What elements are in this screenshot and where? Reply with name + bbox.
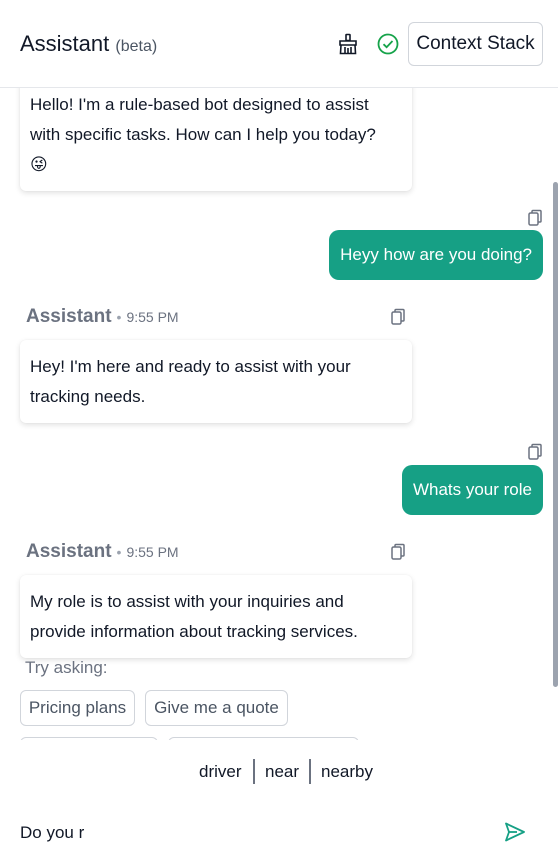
message-text: Whats your role bbox=[412, 480, 532, 499]
context-stack-button[interactable]: Context Stack bbox=[408, 22, 543, 66]
chat-header: Assistant (beta) Context Stack bbox=[0, 0, 558, 88]
try-asking-label: Try asking: bbox=[25, 658, 108, 677]
check-circle-icon[interactable] bbox=[376, 32, 400, 56]
autocomplete-bar: driver near nearby bbox=[0, 740, 558, 804]
user-message: Whats your role bbox=[401, 465, 543, 515]
copy-icon[interactable] bbox=[527, 443, 543, 461]
copy-icon[interactable] bbox=[527, 209, 543, 227]
message-meta: Assistant • 9:55 PM bbox=[26, 306, 179, 328]
suggestion-driver[interactable]: driver bbox=[199, 762, 242, 782]
header-title-text: Assistant bbox=[20, 31, 110, 56]
assistant-message: Hey! I'm here and ready to assist with y… bbox=[20, 340, 412, 423]
chip-give-quote[interactable]: Give me a quote bbox=[145, 690, 288, 726]
message-meta: Assistant • 9:55 PM bbox=[26, 541, 179, 563]
message-text: Heyy how are you doing? bbox=[340, 245, 532, 264]
chat-scrollbar[interactable] bbox=[553, 182, 558, 687]
suggestion-nearby[interactable]: nearby bbox=[321, 762, 373, 782]
chat-messages[interactable]: Hello! I'm a rule-based bot designed to … bbox=[0, 88, 558, 740]
beta-label: (beta) bbox=[115, 38, 158, 55]
message-text: My role is to assist with your inquiries… bbox=[30, 592, 358, 641]
message-text: Hey! I'm here and ready to assist with y… bbox=[30, 357, 351, 406]
broom-icon[interactable] bbox=[336, 32, 360, 56]
message-time: 9:55 PM bbox=[126, 309, 179, 325]
emoji: 😜 bbox=[30, 155, 48, 174]
assistant-message: Hello! I'm a rule-based bot designed to … bbox=[20, 88, 412, 191]
assistant-message: My role is to assist with your inquiries… bbox=[20, 575, 412, 658]
message-text: Hello! I'm a rule-based bot designed to … bbox=[30, 95, 376, 144]
send-icon[interactable] bbox=[503, 820, 527, 844]
suggestion-divider bbox=[253, 759, 255, 784]
suggestion-divider bbox=[309, 759, 311, 784]
sender-name: Assistant bbox=[26, 541, 112, 562]
user-message: Heyy how are you doing? bbox=[329, 230, 543, 280]
header-title: Assistant (beta) bbox=[20, 31, 157, 57]
meta-dot: • bbox=[116, 544, 122, 560]
sender-name: Assistant bbox=[26, 306, 112, 327]
suggestion-near[interactable]: near bbox=[265, 762, 299, 782]
message-time: 9:55 PM bbox=[126, 544, 179, 560]
meta-dot: • bbox=[116, 309, 122, 325]
message-composer bbox=[0, 804, 558, 866]
message-input[interactable] bbox=[20, 818, 480, 848]
copy-icon[interactable] bbox=[390, 543, 406, 561]
chip-pricing-plans[interactable]: Pricing plans bbox=[20, 690, 135, 726]
copy-icon[interactable] bbox=[390, 308, 406, 326]
